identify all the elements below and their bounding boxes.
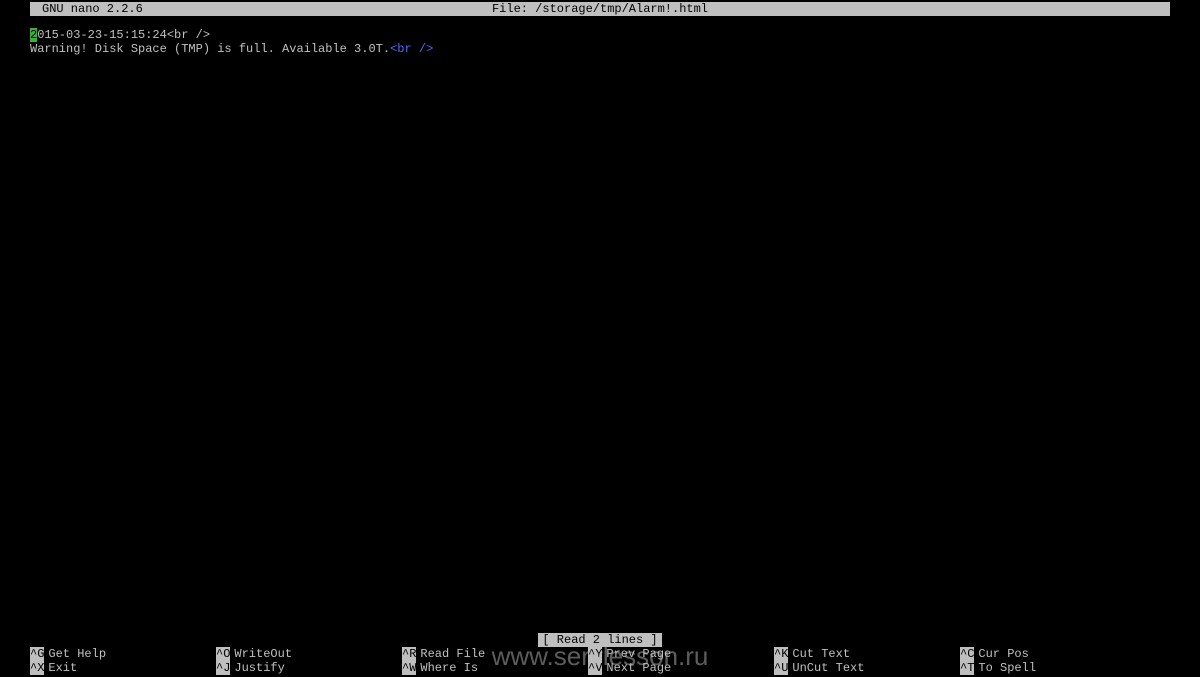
shortcut-where-is[interactable]: ^WWhere Is bbox=[402, 661, 478, 675]
shortcut-to-spell[interactable]: ^TTo Spell bbox=[960, 661, 1036, 675]
line2-text: Warning! Disk Space (TMP) is full. Avail… bbox=[30, 42, 390, 56]
shortcut-next-page[interactable]: ^VNext Page bbox=[588, 661, 671, 675]
status-message: [ Read 2 lines ] bbox=[538, 633, 661, 647]
shortcut-bar: ^GGet Help ^OWriteOut ^RRead File ^YPrev… bbox=[30, 647, 1170, 675]
shortcut-cut-text[interactable]: ^KCut Text bbox=[774, 647, 850, 661]
shortcut-row-1: ^GGet Help ^OWriteOut ^RRead File ^YPrev… bbox=[30, 647, 1170, 661]
app-name: GNU nano 2.2.6 bbox=[42, 2, 143, 16]
shortcut-cur-pos[interactable]: ^CCur Pos bbox=[960, 647, 1029, 661]
editor-content[interactable]: 2015-03-23-15:15:24<br /> Warning! Disk … bbox=[0, 16, 1200, 56]
status-bar: [ Read 2 lines ] bbox=[0, 633, 1200, 647]
shortcut-exit[interactable]: ^XExit bbox=[30, 661, 77, 675]
shortcut-justify[interactable]: ^JJustify bbox=[216, 661, 285, 675]
line1-text: 015-03-23-15:15:24<br /> bbox=[37, 28, 210, 42]
shortcut-get-help[interactable]: ^GGet Help bbox=[30, 647, 106, 661]
shortcut-read-file[interactable]: ^RRead File bbox=[402, 647, 485, 661]
shortcut-writeout[interactable]: ^OWriteOut bbox=[216, 647, 292, 661]
shortcut-row-2: ^XExit ^JJustify ^WWhere Is ^VNext Page … bbox=[30, 661, 1170, 675]
title-bar: GNU nano 2.2.6 File: /storage/tmp/Alarm!… bbox=[30, 2, 1170, 16]
line2-tag: <br /> bbox=[390, 42, 433, 56]
file-path: File: /storage/tmp/Alarm!.html bbox=[492, 2, 708, 16]
shortcut-prev-page[interactable]: ^YPrev Page bbox=[588, 647, 671, 661]
shortcut-uncut-text[interactable]: ^UUnCut Text bbox=[774, 661, 864, 675]
